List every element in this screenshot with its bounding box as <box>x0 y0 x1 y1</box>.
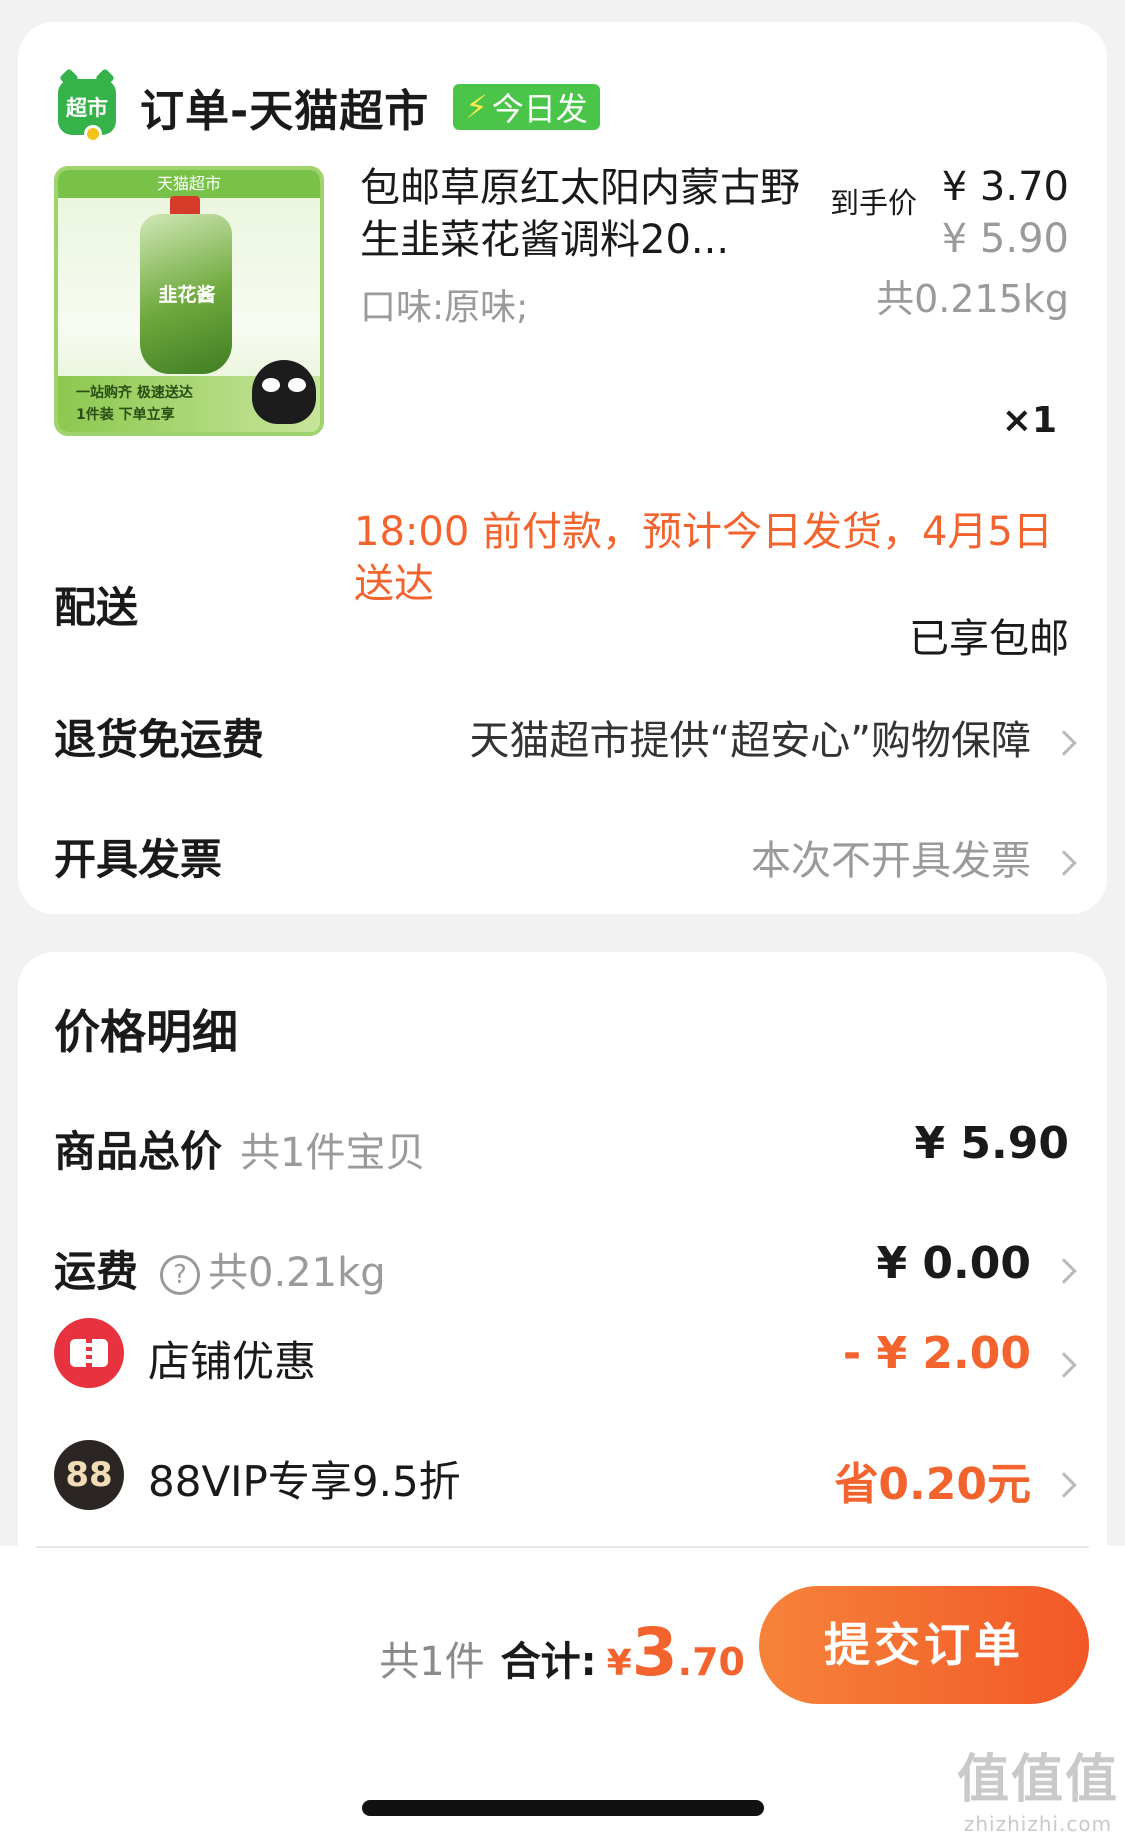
tmall-cat-mascot-icon <box>252 360 316 424</box>
badge-label: 今日发 <box>491 90 588 128</box>
chevron-right-icon <box>1051 850 1077 876</box>
order-card: 超市 订单-天猫超市 ⚡ 今日发 天猫超市 韭花酱 一站购齐 极速送达 1件装 … <box>18 22 1107 914</box>
vip-discount-label: 88VIP专享9.5折 <box>148 1457 461 1506</box>
delivery-label: 配送 <box>54 583 139 632</box>
product-image[interactable]: 天猫超市 韭花酱 一站购齐 极速送达 1件装 下单立享 <box>54 166 324 436</box>
shipping-amount: ¥ 0.00 <box>876 1238 1032 1289</box>
help-icon[interactable]: ? <box>160 1254 201 1295</box>
chevron-right-icon <box>1051 1258 1077 1284</box>
return-fee-label: 退货免运费 <box>54 715 265 764</box>
home-indicator[interactable] <box>362 1800 764 1816</box>
watermark-sub: zhizhizhi.com <box>963 1812 1113 1836</box>
free-shipping-note: 已享包邮 <box>909 616 1069 662</box>
chevron-right-icon <box>1051 1472 1077 1498</box>
total-item-count: 共1件 <box>379 1639 485 1685</box>
watermark: 值值值 zhizhizhi.com <box>957 1737 1119 1836</box>
store-discount-label: 店铺优惠 <box>148 1337 317 1386</box>
product-title[interactable]: 包邮草原红太阳内蒙古野生韭菜花酱调料20... <box>360 162 830 266</box>
final-price: ¥ 3.70 <box>941 164 1069 210</box>
logo-text: 超市 <box>66 96 108 120</box>
shipping-label-text: 运费 <box>54 1247 139 1296</box>
invoice-value: 本次不开具发票 <box>751 838 1031 884</box>
chevron-right-icon <box>1051 730 1077 756</box>
image-pouch-label: 韭花酱 <box>158 284 216 306</box>
vip-discount-amount: 省0.20元 <box>834 1459 1031 1510</box>
product-spec: 口味:原味; <box>360 287 529 328</box>
submit-order-button[interactable]: 提交订单 <box>759 1586 1089 1704</box>
order-total: 共1件 合计: ¥ 3 .70 <box>379 1614 745 1691</box>
total-label: 合计: <box>500 1639 597 1685</box>
invoice-label: 开具发票 <box>54 835 223 884</box>
total-currency: ¥ <box>606 1643 632 1684</box>
lightning-icon: ⚡ <box>465 88 488 126</box>
price-detail-title: 价格明细 <box>54 1005 238 1059</box>
image-banner: 天猫超市 <box>58 170 320 198</box>
divider <box>36 1546 1089 1548</box>
return-fee-value: 天猫超市提供“超安心”购物保障 <box>469 718 1031 764</box>
store-discount-amount: - ¥ 2.00 <box>842 1328 1031 1379</box>
original-price: ¥ 5.90 <box>941 216 1069 262</box>
tmall-supermarket-logo: 超市 <box>58 79 116 143</box>
goods-total-label-text: 商品总价 <box>54 1127 223 1176</box>
product-quantity[interactable]: ×1 <box>1002 400 1057 441</box>
chevron-right-icon <box>1051 1352 1077 1378</box>
shipping-weight: 共0.21kg <box>208 1250 386 1296</box>
final-price-label: 到手价 <box>830 186 918 220</box>
goods-total-count: 共1件宝贝 <box>240 1130 426 1176</box>
delivery-estimate: 18:00 前付款，预计今日发货，4月5日送达 <box>354 509 1053 607</box>
goods-total-amount: ¥ 5.90 <box>914 1118 1070 1169</box>
goods-total-label: 商品总价 共1件宝贝 <box>54 1118 425 1179</box>
shipping-label: 运费? 共0.21kg <box>54 1238 386 1299</box>
total-integer: 3 <box>631 1614 678 1691</box>
price-detail-card: 价格明细 商品总价 共1件宝贝 ¥ 5.90 运费? 共0.21kg ¥ 0.00 … <box>18 952 1107 1592</box>
vip-88-icon: 88 <box>54 1440 124 1510</box>
product-weight: 共0.215kg <box>876 277 1069 321</box>
order-title: 订单-天猫超市 <box>140 86 430 137</box>
total-decimal: .70 <box>677 1640 745 1684</box>
coupon-icon <box>54 1318 124 1388</box>
watermark-main: 值值值 <box>956 1750 1119 1810</box>
ship-today-badge: ⚡ 今日发 <box>453 84 600 130</box>
order-header: 超市 订单-天猫超市 ⚡ 今日发 <box>58 62 600 152</box>
